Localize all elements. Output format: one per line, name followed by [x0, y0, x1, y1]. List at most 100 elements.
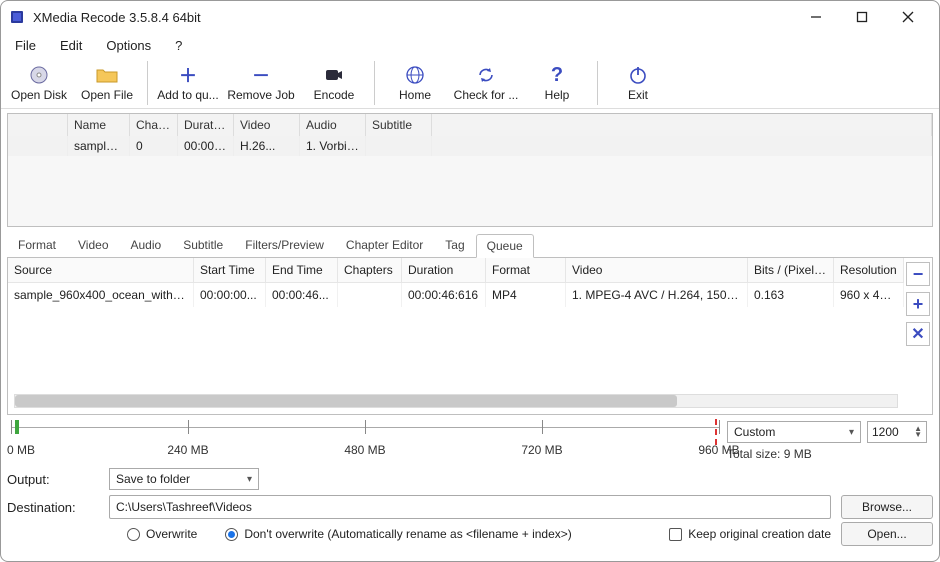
- col-audio[interactable]: Audio: [300, 114, 366, 136]
- qcol-source[interactable]: Source: [8, 258, 194, 283]
- cell-chapter: 0: [130, 136, 178, 156]
- menu-options[interactable]: Options: [96, 36, 161, 55]
- encode-button[interactable]: Encode: [300, 59, 368, 107]
- app-icon: [9, 9, 25, 25]
- dont-overwrite-label: Don't overwrite (Automatically rename as…: [244, 527, 571, 541]
- tab-tag[interactable]: Tag: [434, 233, 475, 257]
- browse-button[interactable]: Browse...: [841, 495, 933, 519]
- queue-table: Source Start Time End Time Chapters Dura…: [8, 258, 904, 414]
- exit-button[interactable]: Exit: [604, 59, 672, 107]
- qcol-chapters[interactable]: Chapters: [338, 258, 402, 283]
- toolbar: Open Disk Open File ＋ Add to qu... － Rem…: [1, 57, 939, 109]
- destination-input[interactable]: C:\Users\Tashreef\Videos: [109, 495, 831, 519]
- ruler-start-marker[interactable]: [15, 420, 19, 434]
- tab-audio[interactable]: Audio: [120, 233, 173, 257]
- question-icon: ?: [551, 64, 563, 86]
- keep-date-checkbox[interactable]: Keep original creation date: [669, 527, 831, 541]
- open-file-button[interactable]: Open File: [73, 59, 141, 107]
- title-bar: XMedia Recode 3.5.8.4 64bit: [1, 1, 939, 33]
- overwrite-radio[interactable]: Overwrite: [127, 527, 197, 541]
- qcol-format[interactable]: Format: [486, 258, 566, 283]
- col-video[interactable]: Video: [234, 114, 300, 136]
- qcol-resolution[interactable]: Resolution: [834, 258, 904, 283]
- output-label: Output:: [7, 472, 99, 487]
- open-disk-button[interactable]: Open Disk: [5, 59, 73, 107]
- size-value: 1200: [872, 425, 899, 439]
- col-subtitle[interactable]: Subtitle: [366, 114, 432, 136]
- home-button[interactable]: Home: [381, 59, 449, 107]
- queue-add-button[interactable]: +: [906, 292, 930, 316]
- tab-chapter-editor[interactable]: Chapter Editor: [335, 233, 434, 257]
- qcol-duration[interactable]: Duration: [402, 258, 486, 283]
- size-value-spinner[interactable]: 1200 ▲▼: [867, 421, 927, 443]
- menu-bar: File Edit Options ?: [1, 33, 939, 57]
- queue-clear-button[interactable]: ✕: [906, 322, 930, 346]
- minimize-button[interactable]: [793, 2, 839, 32]
- disc-icon: [29, 64, 49, 86]
- qcell-duration: 00:00:46:616: [402, 283, 486, 307]
- tick-2: 480 MB: [344, 443, 385, 457]
- queue-side-buttons: − + ✕: [904, 258, 932, 414]
- qcell-source: sample_960x400_ocean_with_...: [8, 283, 194, 307]
- col-blank[interactable]: [8, 114, 68, 136]
- power-icon: [628, 64, 648, 86]
- col-name[interactable]: Name: [68, 114, 130, 136]
- size-mode-select[interactable]: Custom ▾: [727, 421, 861, 443]
- queue-panel: Source Start Time End Time Chapters Dura…: [7, 257, 933, 415]
- close-button[interactable]: [885, 2, 931, 32]
- tab-format[interactable]: Format: [7, 233, 67, 257]
- queue-remove-button[interactable]: −: [906, 262, 930, 286]
- qcell-video: 1. MPEG-4 AVC / H.264, 1500 ...: [566, 283, 748, 307]
- destination-value: C:\Users\Tashreef\Videos: [116, 500, 252, 514]
- help-button[interactable]: ? Help: [523, 59, 591, 107]
- camera-icon: [324, 64, 344, 86]
- queue-horizontal-scrollbar[interactable]: [14, 394, 898, 408]
- file-list-header: Name Chapt... Duration Video Audio Subti…: [8, 114, 932, 136]
- qcol-end[interactable]: End Time: [266, 258, 338, 283]
- cell-duration: 00:00:46: [178, 136, 234, 156]
- tab-subtitle[interactable]: Subtitle: [172, 233, 234, 257]
- cell-subtitle: [366, 136, 432, 156]
- cell-name: sample_9...: [68, 136, 130, 156]
- checkbox-unchecked-icon: [669, 528, 682, 541]
- col-chapter[interactable]: Chapt...: [130, 114, 178, 136]
- refresh-icon: [476, 64, 496, 86]
- ruler-limit-marker: [715, 419, 717, 445]
- plus-icon: ＋: [179, 64, 197, 86]
- tab-queue[interactable]: Queue: [476, 234, 534, 258]
- ruler-axis[interactable]: [11, 427, 719, 443]
- qcol-video[interactable]: Video: [566, 258, 748, 283]
- spinner-arrows-icon: ▲▼: [914, 426, 922, 438]
- open-button[interactable]: Open...: [841, 522, 933, 546]
- check-updates-button[interactable]: Check for ...: [449, 59, 523, 107]
- menu-edit[interactable]: Edit: [50, 36, 92, 55]
- maximize-button[interactable]: [839, 2, 885, 32]
- qcol-start[interactable]: Start Time: [194, 258, 266, 283]
- tab-filters[interactable]: Filters/Preview: [234, 233, 335, 257]
- col-duration[interactable]: Duration: [178, 114, 234, 136]
- add-to-queue-button[interactable]: ＋ Add to qu...: [154, 59, 222, 107]
- dont-overwrite-radio[interactable]: Don't overwrite (Automatically rename as…: [225, 527, 571, 541]
- chevron-down-icon: ▾: [849, 427, 854, 438]
- remove-job-button[interactable]: － Remove Job: [222, 59, 300, 107]
- tick-0: 0 MB: [7, 443, 35, 457]
- cell-video: H.26...: [234, 136, 300, 156]
- file-list-row[interactable]: sample_9... 0 00:00:46 H.26... 1. Vorbis…: [8, 136, 932, 156]
- qcell-bits: 0.163: [748, 283, 834, 307]
- qcell-resolution: 960 x 400 ( 2.400000 ): [834, 283, 904, 307]
- menu-file[interactable]: File: [5, 36, 46, 55]
- minus-icon: －: [252, 64, 270, 86]
- queue-row[interactable]: sample_960x400_ocean_with_... 00:00:00..…: [8, 283, 904, 307]
- chevron-down-icon: ▾: [247, 474, 252, 485]
- menu-help[interactable]: ?: [165, 36, 192, 55]
- tabs: Format Video Audio Subtitle Filters/Prev…: [7, 233, 933, 257]
- qcell-end: 00:00:46...: [266, 283, 338, 307]
- qcell-start: 00:00:00...: [194, 283, 266, 307]
- output-section: Output: Save to folder ▾ Destination: C:…: [7, 465, 933, 547]
- tab-video[interactable]: Video: [67, 233, 119, 257]
- overwrite-label: Overwrite: [146, 527, 197, 541]
- destination-label: Destination:: [7, 500, 99, 515]
- output-mode-select[interactable]: Save to folder ▾: [109, 468, 259, 490]
- window-title: XMedia Recode 3.5.8.4 64bit: [33, 10, 201, 25]
- qcol-bits[interactable]: Bits / (Pixel*...: [748, 258, 834, 283]
